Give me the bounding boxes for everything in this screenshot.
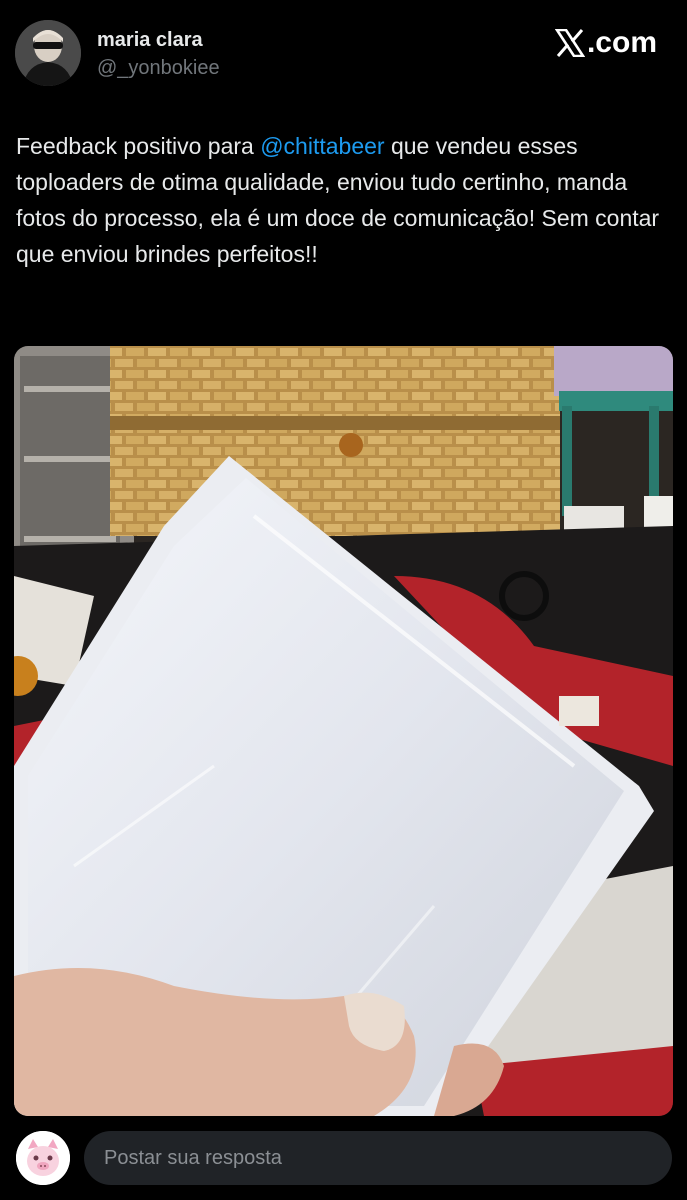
profile-avatar-icon[interactable] [15, 20, 81, 86]
reply-input[interactable]: Postar sua resposta [84, 1131, 672, 1185]
author-handle[interactable]: @_yonbokiee [97, 57, 220, 80]
x-brand-link[interactable]: .com [554, 26, 657, 60]
pig-avatar-icon[interactable] [16, 1131, 70, 1185]
tweet-text: Feedback positivo para @chittabeer que v… [16, 128, 676, 272]
x-brand-text: .com [586, 26, 657, 59]
mention-link[interactable]: @chittabeer [260, 133, 384, 159]
author-name[interactable]: maria clara [97, 29, 203, 52]
tweet-text-before: Feedback positivo para [16, 133, 261, 159]
tweet-photo[interactable] [14, 346, 673, 1116]
tweet-header: maria clara @_yonbokiee .com [0, 0, 687, 110]
photo-toploader-icon [14, 346, 673, 1116]
x-logo-icon [554, 29, 585, 57]
reply-bar: Postar sua resposta [0, 1118, 687, 1200]
